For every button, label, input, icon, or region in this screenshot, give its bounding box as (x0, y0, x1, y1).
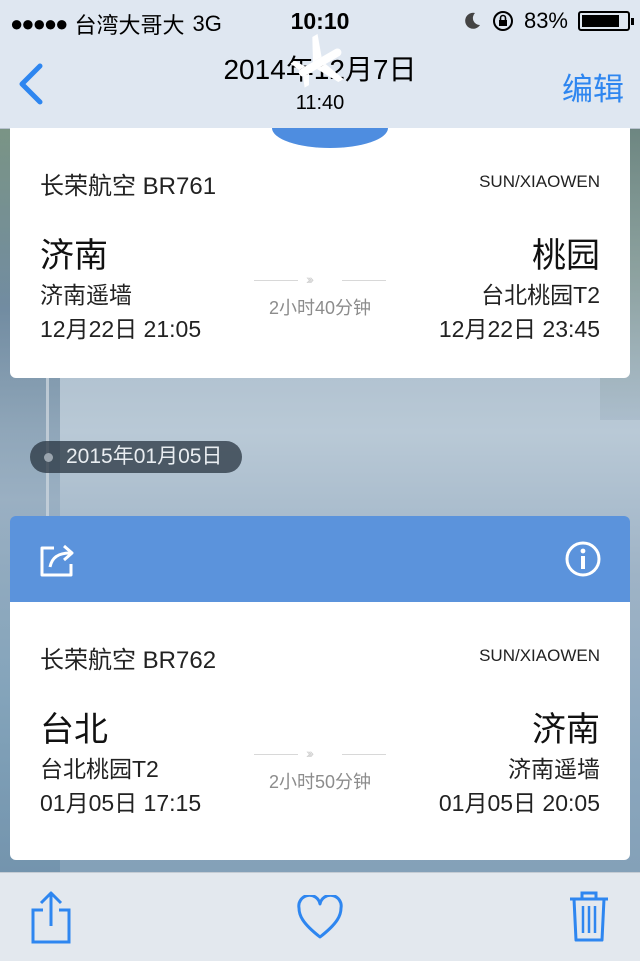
departure-airport: 济南遥墙 (40, 282, 132, 308)
info-button[interactable] (564, 540, 602, 578)
rotation-lock-icon (492, 10, 514, 32)
departure-city: 台北 (40, 711, 108, 749)
chevrons-right-icon: ››› (306, 271, 314, 287)
bottom-toolbar (0, 872, 640, 961)
share-card-button[interactable] (38, 542, 78, 578)
flight-card-1[interactable]: 长荣航空 BR761 SUN/XIAOWEN 济南 桃园 济南遥墙 台北桃园T2… (10, 128, 630, 378)
timeline-dot-icon (44, 453, 53, 462)
heart-icon (297, 895, 343, 939)
info-icon (565, 541, 601, 577)
share-button[interactable] (28, 891, 74, 945)
share-icon (31, 891, 71, 944)
airline-flight: 长荣航空 BR761 (40, 173, 217, 200)
moon-icon (462, 11, 482, 31)
share-out-icon (40, 544, 74, 577)
passenger-name: SUN/XIAOWEN (479, 646, 600, 665)
passenger-name: SUN/XIAOWEN (479, 172, 600, 191)
departure-city: 济南 (40, 237, 108, 275)
battery-fill (582, 15, 619, 27)
date-badge-label: 2015年01月05日 (66, 445, 223, 468)
airplane-icon (290, 34, 352, 90)
page-subtitle: 11:40 (295, 92, 345, 114)
departure-time: 01月05日 17:15 (40, 790, 202, 816)
flight-card-2[interactable]: 长荣航空 BR762 SUN/XIAOWEN 台北 济南 台北桃园T2 济南遥墙… (10, 602, 630, 860)
arrival-city: 桃园 (532, 237, 600, 275)
status-right: 83% (462, 8, 634, 34)
arrival-city: 济南 (532, 711, 600, 749)
delete-button[interactable] (568, 889, 610, 943)
arrival-time: 12月22日 23:45 (438, 316, 600, 342)
battery-percent: 83% (523, 8, 568, 33)
airline-flight: 长荣航空 BR762 (40, 647, 217, 674)
flight-card-2-header (10, 516, 630, 602)
duration-arrow: ››› (254, 745, 386, 761)
departure-time: 12月22日 21:05 (40, 316, 202, 342)
chevrons-right-icon: ››› (306, 745, 314, 761)
battery-icon (578, 11, 634, 31)
edit-button[interactable]: 编辑 (562, 64, 624, 109)
card-header-arc (272, 128, 388, 148)
arrival-time: 01月05日 20:05 (438, 790, 600, 816)
flight-duration: 2小时50分钟 (268, 772, 372, 792)
trash-icon (570, 891, 608, 942)
flight-duration: 2小时40分钟 (268, 298, 372, 318)
favorite-button[interactable] (296, 895, 344, 941)
arrival-airport: 台北桃园T2 (481, 282, 600, 308)
arrival-airport: 济南遥墙 (508, 756, 600, 782)
departure-airport: 台北桃园T2 (40, 756, 159, 782)
duration-arrow: ››› (254, 271, 386, 287)
date-badge: 2015年01月05日 (30, 441, 243, 473)
